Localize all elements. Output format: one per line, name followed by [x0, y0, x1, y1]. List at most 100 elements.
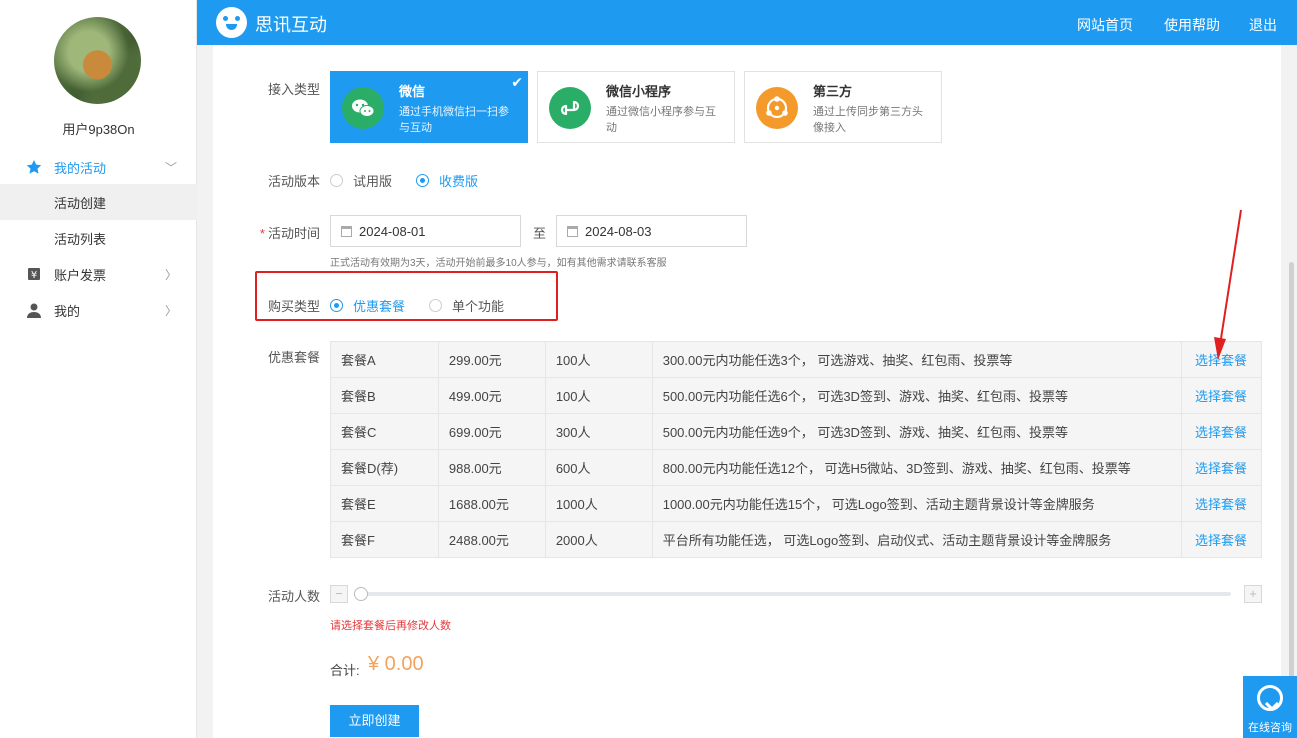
select-package-link[interactable]: 选择套餐	[1181, 521, 1262, 558]
access-type-label: 接入类型	[267, 82, 320, 97]
people-label: 活动人数	[267, 589, 320, 604]
select-package-link[interactable]: 选择套餐	[1181, 449, 1262, 486]
online-chat-button[interactable]: 在线咨询	[1243, 676, 1297, 738]
package-price: 299.00元	[437, 341, 546, 378]
sidebar-item-activity-create[interactable]: 活动创建	[0, 184, 197, 220]
sidebar-item-my-activities[interactable]: 我的活动 ﹀	[0, 149, 197, 185]
package-price: 699.00元	[437, 413, 546, 450]
package-desc: 300.00元内功能任选3个， 可选游戏、抽奖、红包雨、投票等	[651, 341, 1183, 378]
user-icon	[26, 302, 42, 318]
select-package-link[interactable]: 选择套餐	[1181, 485, 1262, 522]
package-people: 1000人	[544, 485, 653, 522]
sidebar-item-label: 账户发票	[54, 267, 107, 283]
table-row: 套餐D(荐) 988.00元 600人 800.00元内功能任选12个， 可选H…	[330, 449, 1262, 486]
avatar[interactable]	[54, 17, 141, 104]
wechat-icon	[342, 87, 384, 129]
nav-logout-link[interactable]: 退出	[1249, 15, 1277, 35]
calendar-icon	[567, 225, 578, 237]
required-mark: *	[259, 226, 265, 241]
sidebar: 用户9p38On 我的活动 ﹀ 活动创建 活动列表 ¥ 账户发票 〉 我的 〉	[0, 0, 197, 738]
total-label: 合计:	[330, 663, 360, 678]
access-type-desc: 通过上传同步第三方头像接入	[813, 106, 923, 134]
version-paid-radio[interactable]: 收费版	[416, 171, 478, 190]
package-name: 套餐E	[330, 485, 439, 522]
select-package-link[interactable]: 选择套餐	[1181, 413, 1262, 450]
access-type-desc: 通过微信小程序参与互动	[606, 106, 716, 134]
access-type-miniprogram[interactable]: 微信小程序 通过微信小程序参与互动	[537, 71, 735, 143]
total-value: ¥ 0.00	[368, 653, 424, 675]
people-plus-button[interactable]: +	[1244, 585, 1262, 603]
nav-home-link[interactable]: 网站首页	[1077, 15, 1133, 35]
package-desc: 800.00元内功能任选12个， 可选H5微站、3D签到、游戏、抽奖、红包雨、投…	[651, 449, 1183, 486]
access-type-wechat[interactable]: 微信 通过手机微信扫一扫参与互动 ✔	[330, 71, 528, 143]
headset-icon	[1257, 685, 1283, 711]
sidebar-item-label: 我的活动	[54, 160, 107, 176]
table-row: 套餐C 699.00元 300人 500.00元内功能任选9个， 可选3D签到、…	[330, 413, 1262, 450]
end-date-input[interactable]: 2024-08-03	[556, 215, 747, 247]
table-row: 套餐A 299.00元 100人 300.00元内功能任选3个， 可选游戏、抽奖…	[330, 341, 1262, 378]
create-now-button[interactable]: 立即创建	[330, 705, 419, 737]
package-label: 优惠套餐	[267, 350, 320, 365]
time-label: * 活动时间	[240, 223, 320, 242]
package-name: 套餐F	[330, 521, 439, 558]
package-people: 2000人	[544, 521, 653, 558]
package-desc: 500.00元内功能任选9个， 可选3D签到、游戏、抽奖、红包雨、投票等	[651, 413, 1183, 450]
sidebar-item-mine[interactable]: 我的 〉	[0, 292, 197, 328]
start-date-value: 2024-08-01	[359, 223, 426, 239]
svg-text:¥: ¥	[31, 270, 37, 281]
version-trial-radio[interactable]: 试用版	[330, 171, 392, 190]
time-tip: 正式活动有效期为3天，活动开始前最多10人参与，如有其他需求请联系客服	[330, 258, 667, 269]
version-label: 活动版本	[267, 174, 320, 189]
package-desc: 1000.00元内功能任选15个， 可选Logo签到、活动主题背景设计等金牌服务	[651, 485, 1183, 522]
nav-help-link[interactable]: 使用帮助	[1164, 15, 1220, 35]
end-date-value: 2024-08-03	[585, 223, 652, 239]
package-desc: 平台所有功能任选， 可选Logo签到、启动仪式、活动主题背景设计等金牌服务	[651, 521, 1183, 558]
check-icon: ✔	[511, 74, 523, 90]
online-chat-label: 在线咨询	[1248, 722, 1292, 734]
radio-label: 试用版	[353, 174, 393, 189]
access-type-title: 第三方	[813, 84, 853, 99]
package-people: 600人	[544, 449, 653, 486]
bear-logo-icon	[216, 7, 247, 38]
package-name: 套餐D(荐)	[330, 449, 439, 486]
package-price: 1688.00元	[437, 485, 546, 522]
select-package-link[interactable]: 选择套餐	[1181, 377, 1262, 414]
access-type-title: 微信	[399, 84, 426, 99]
people-minus-button[interactable]: −	[330, 585, 348, 603]
brand-name: 思讯互动	[255, 15, 327, 35]
package-name: 套餐A	[330, 341, 439, 378]
sidebar-item-activity-list[interactable]: 活动列表	[0, 220, 197, 256]
people-slider-handle[interactable]	[354, 587, 368, 601]
username: 用户9p38On	[62, 122, 135, 137]
page-scrollbar[interactable]	[1289, 262, 1294, 738]
chevron-down-icon: ﹀	[164, 160, 177, 175]
package-desc: 500.00元内功能任选6个， 可选3D签到、游戏、抽奖、红包雨、投票等	[651, 377, 1183, 414]
start-date-input[interactable]: 2024-08-01	[330, 215, 521, 247]
package-table: 套餐A 299.00元 100人 300.00元内功能任选3个， 可选游戏、抽奖…	[330, 341, 1262, 558]
top-header: 思讯互动 网站首页 使用帮助 退出	[197, 0, 1297, 45]
table-row: 套餐E 1688.00元 1000人 1000.00元内功能任选15个， 可选L…	[330, 485, 1262, 522]
invoice-icon: ¥	[26, 266, 42, 282]
date-range-separator: 至	[533, 226, 547, 241]
radio-dot	[330, 174, 343, 187]
package-name: 套餐B	[330, 377, 439, 414]
package-people: 100人	[544, 341, 653, 378]
table-row: 套餐F 2488.00元 2000人 平台所有功能任选， 可选Logo签到、启动…	[330, 521, 1262, 558]
access-type-third-party[interactable]: 第三方 通过上传同步第三方头像接入	[744, 71, 942, 143]
people-slider-track[interactable]	[356, 592, 1231, 596]
star-icon	[26, 159, 42, 175]
calendar-icon	[341, 225, 352, 237]
sidebar-item-invoice[interactable]: ¥ 账户发票 〉	[0, 256, 197, 292]
annotation-highlight-box	[255, 271, 558, 321]
annotation-arrow-icon	[1214, 209, 1242, 360]
third-party-icon	[756, 87, 798, 129]
people-warning: 请选择套餐后再修改人数	[330, 620, 451, 632]
package-price: 2488.00元	[437, 521, 546, 558]
package-people: 100人	[544, 377, 653, 414]
package-name: 套餐C	[330, 413, 439, 450]
package-people: 300人	[544, 413, 653, 450]
access-type-title: 微信小程序	[606, 84, 672, 99]
chevron-right-icon: 〉	[164, 303, 177, 318]
table-row: 套餐B 499.00元 100人 500.00元内功能任选6个， 可选3D签到、…	[330, 377, 1262, 414]
chevron-right-icon: 〉	[164, 267, 177, 282]
